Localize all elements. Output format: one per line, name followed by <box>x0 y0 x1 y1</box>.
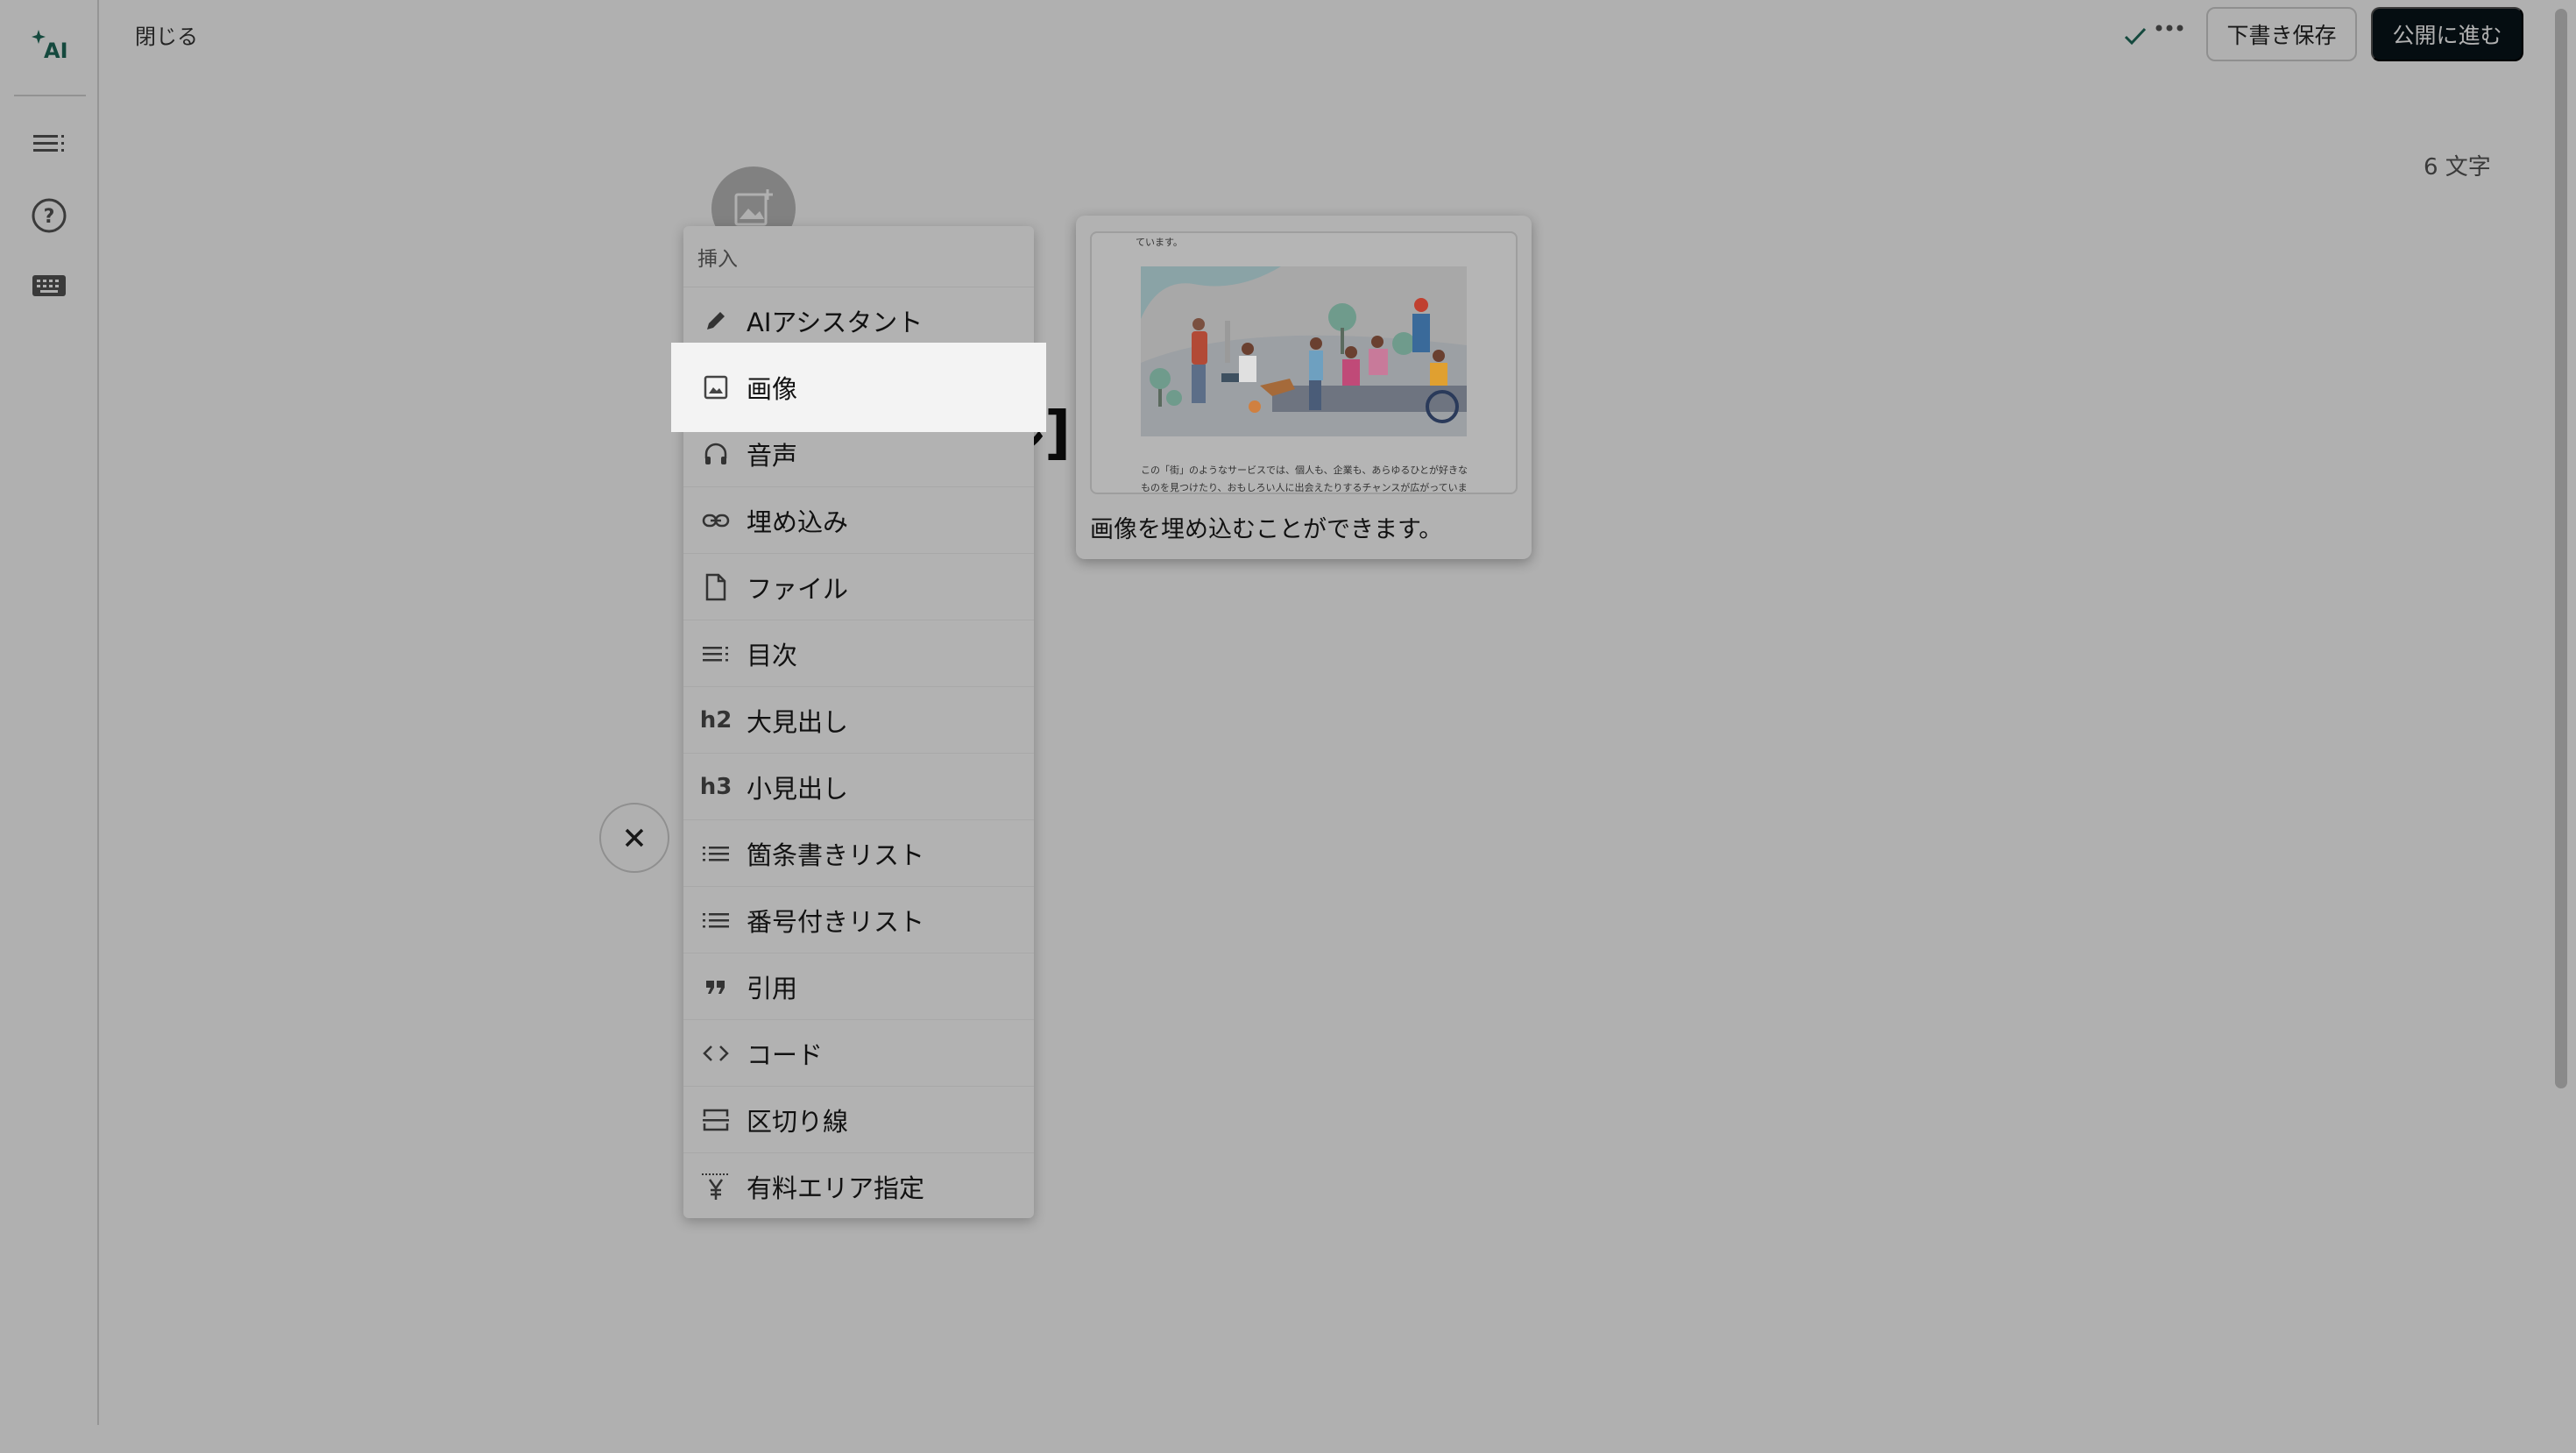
menu-item-heading-large[interactable]: h2 大見出し <box>683 687 1034 754</box>
h2-icon: h2 <box>699 706 732 734</box>
preview-sample-article: ています。 この「街」のようなサービスでは、個人も、企業も、あらゆるひとが好きな… <box>1090 231 1518 494</box>
menu-item-file[interactable]: ファイル <box>683 554 1034 620</box>
menu-item-label: AIアシスタント <box>747 307 924 337</box>
menu-item-label: 有料エリア指定 <box>747 1173 925 1203</box>
quote-icon <box>701 972 731 1002</box>
insert-menu: 挿入 AIアシスタント 画像 音声 埋め込み ファイル 目次 h2 大見出し h… <box>671 226 1046 1220</box>
toc-icon <box>701 639 731 669</box>
menu-item-label: 箇条書きリスト <box>747 840 925 870</box>
menu-item-code[interactable]: コード <box>683 1020 1034 1087</box>
h3-icon: h3 <box>699 773 732 800</box>
menu-item-toc[interactable]: 目次 <box>683 620 1034 687</box>
link-icon <box>701 506 731 535</box>
menu-item-paid-area[interactable]: 有料エリア指定 <box>683 1153 1034 1220</box>
menu-item-label: 引用 <box>747 973 798 1003</box>
preview-caption: 画像を埋め込むことができます。 <box>1090 516 1443 543</box>
preview-sample-text: ています。 <box>1136 237 1183 248</box>
menu-item-label: 目次 <box>747 640 798 670</box>
preview-sample-text: ものを見つけたり、おもしろい人に出会えたりするチャンスが広がっていま <box>1141 482 1468 493</box>
menu-item-label: 小見出し <box>747 773 849 804</box>
menu-item-label: 区切り線 <box>747 1106 849 1137</box>
scrollbar-thumb[interactable] <box>2555 9 2567 1088</box>
numbered-list-icon <box>701 905 731 935</box>
menu-item-label: 音声 <box>747 440 798 471</box>
menu-item-label: 埋め込み <box>747 507 849 537</box>
menu-item-heading-small[interactable]: h3 小見出し <box>683 754 1034 820</box>
insert-menu-header: 挿入 <box>683 226 1034 287</box>
paid-area-icon <box>701 1172 731 1201</box>
menu-item-label: 画像 <box>747 374 798 404</box>
editor-app: AI ? 閉じる 下書き保存 公開に進む 6 文字 挿入 AIアシスタント 画像… <box>0 0 2576 1453</box>
headphones-icon <box>701 439 731 469</box>
menu-item-quote[interactable]: 引用 <box>683 953 1034 1020</box>
divider-icon <box>701 1105 731 1135</box>
menu-item-label: 番号付きリスト <box>747 906 925 937</box>
preview-sample-text: この「街」のようなサービスでは、個人も、企業も、あらゆるひとが好きな <box>1141 464 1468 476</box>
image-icon <box>701 372 731 402</box>
menu-item-divider[interactable]: 区切り線 <box>683 1087 1034 1153</box>
menu-item-bullet-list[interactable]: 箇条書きリスト <box>683 820 1034 887</box>
menu-item-image[interactable]: 画像 <box>671 343 1046 432</box>
pencil-icon <box>701 306 731 336</box>
file-icon <box>701 572 731 602</box>
menu-item-numbered-list[interactable]: 番号付きリスト <box>683 887 1034 953</box>
menu-item-embed[interactable]: 埋め込み <box>683 487 1034 554</box>
preview-illustration <box>1141 266 1467 436</box>
insert-preview-card: ています。 この「街」のようなサービスでは、個人も、企業も、あらゆるひとが好きな… <box>1076 216 1532 559</box>
menu-item-label: コード <box>747 1039 824 1070</box>
menu-item-label: 大見出し <box>747 706 849 737</box>
code-icon <box>701 1038 731 1068</box>
bullet-list-icon <box>701 839 731 868</box>
menu-item-label: ファイル <box>747 573 849 604</box>
